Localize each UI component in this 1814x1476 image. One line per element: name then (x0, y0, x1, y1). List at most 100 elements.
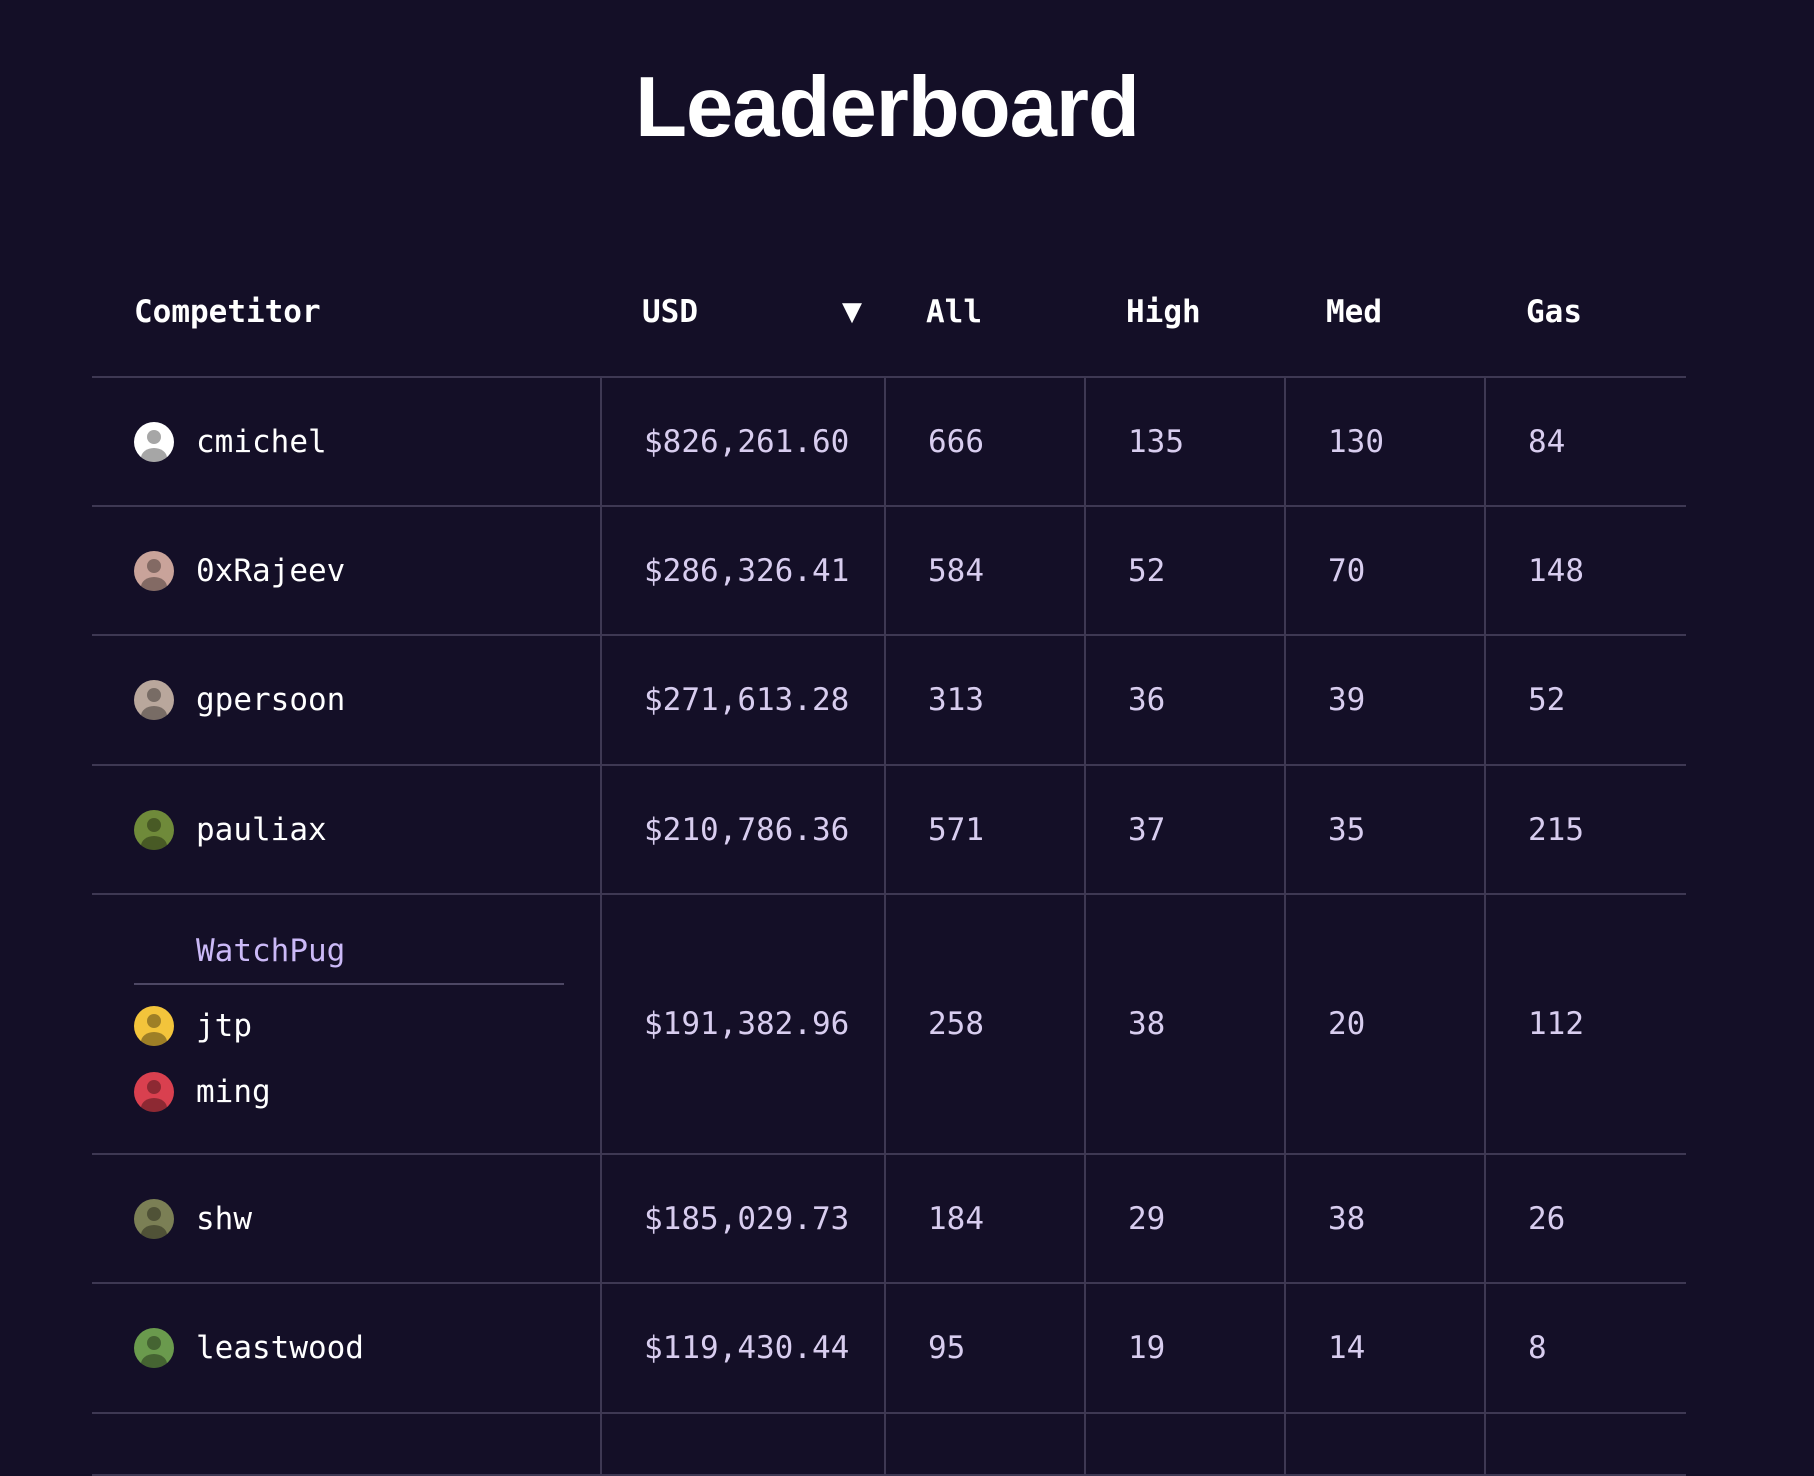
all-cell-value: 313 (928, 682, 984, 718)
table-row[interactable]: cmichel $826,261.60 666 135 130 84 (92, 378, 1686, 507)
high-cell-value: 52 (1128, 552, 1166, 589)
avatar-portrait-icon (134, 680, 174, 720)
med-cell: 20 (1284, 895, 1484, 1153)
med-cell-value: 35 (1328, 811, 1366, 848)
all-cell-value: 666 (928, 423, 984, 460)
gas-cell-value: 112 (1528, 1006, 1584, 1042)
table-row[interactable]: gpersoon $271,613.28 313 36 39 52 (92, 636, 1686, 766)
sort-descending-icon: ▼ (842, 297, 862, 327)
column-header-all[interactable]: All (884, 256, 1084, 376)
usd-cell (600, 1414, 884, 1474)
competitor-cell: gpersoon (92, 636, 600, 764)
high-cell: 135 (1084, 378, 1284, 505)
gas-cell-value: 52 (1528, 682, 1566, 718)
column-header-gas[interactable]: Gas (1484, 256, 1686, 376)
table-row[interactable]: shw $185,029.73 184 29 38 26 (92, 1155, 1686, 1284)
high-cell: 37 (1084, 766, 1284, 893)
column-header-label: High (1126, 294, 1201, 330)
competitor-member[interactable]: ming (134, 1059, 271, 1125)
usd-cell: $271,613.28 (600, 636, 884, 764)
all-cell: 258 (884, 895, 1084, 1153)
competitor-cell: cmichel (92, 378, 600, 505)
column-header-usd[interactable]: USD ▼ (600, 256, 884, 376)
avatar-frog-icon (134, 1328, 174, 1368)
all-cell-value: 258 (928, 1006, 984, 1042)
table-row[interactable]: WatchPug jtp ming $191,382.96 258 38 20 112 (92, 895, 1686, 1155)
column-header-label: Med (1326, 294, 1382, 330)
med-cell-value: 38 (1328, 1200, 1366, 1237)
competitor-name: 0xRajeev (196, 552, 346, 589)
high-cell-value: 135 (1128, 423, 1184, 460)
gas-cell (1484, 1414, 1686, 1474)
competitor-member[interactable]: cmichel (134, 409, 327, 475)
high-cell (1084, 1414, 1284, 1474)
gas-cell-value: 215 (1528, 811, 1584, 848)
gas-cell-value: 148 (1528, 552, 1584, 589)
column-header-label: Gas (1526, 294, 1582, 330)
usd-cell-value: $271,613.28 (644, 682, 850, 718)
all-cell-value: 184 (928, 1200, 984, 1237)
table-row[interactable]: 0xRajeev $286,326.41 584 52 70 148 (92, 507, 1686, 636)
avatar-portrait-icon (134, 421, 174, 462)
all-cell-value: 571 (928, 811, 984, 848)
leaderboard-table: Competitor USD ▼ All High Med Gas cmiche… (92, 256, 1686, 1476)
column-header-med[interactable]: Med (1284, 256, 1484, 376)
table-row[interactable] (92, 1414, 1686, 1476)
gas-cell: 112 (1484, 895, 1686, 1153)
usd-cell-value: $119,430.44 (644, 1330, 850, 1366)
med-cell: 70 (1284, 507, 1484, 634)
team-name-link[interactable]: WatchPug (134, 923, 564, 985)
competitor-member[interactable]: 0xRajeev (134, 538, 345, 604)
gas-cell: 26 (1484, 1155, 1686, 1282)
all-cell: 184 (884, 1155, 1084, 1282)
column-header-high[interactable]: High (1084, 256, 1284, 376)
med-cell (1284, 1414, 1484, 1474)
competitor-member[interactable]: leastwood (134, 1315, 364, 1381)
usd-cell: $210,786.36 (600, 766, 884, 893)
competitor-cell: 0xRajeev (92, 507, 600, 634)
usd-cell: $185,029.73 (600, 1155, 884, 1282)
all-cell: 571 (884, 766, 1084, 893)
high-cell-value: 36 (1128, 682, 1166, 718)
high-cell: 38 (1084, 895, 1284, 1153)
med-cell-value: 70 (1328, 552, 1366, 589)
all-cell: 313 (884, 636, 1084, 764)
high-cell: 36 (1084, 636, 1284, 764)
table-row[interactable]: pauliax $210,786.36 571 37 35 215 (92, 766, 1686, 895)
gas-cell: 148 (1484, 507, 1686, 634)
avatar-flower-icon (134, 809, 174, 850)
competitor-member[interactable]: gpersoon (134, 667, 345, 733)
competitor-cell: WatchPug jtp ming (92, 895, 600, 1153)
usd-cell-value: $286,326.41 (644, 552, 850, 589)
usd-cell: $286,326.41 (600, 507, 884, 634)
avatar-landscape-icon (134, 1198, 174, 1239)
avatar-dog-icon (134, 1006, 174, 1046)
usd-cell-value: $210,786.36 (644, 811, 850, 848)
high-cell: 19 (1084, 1284, 1284, 1412)
column-header-label: Competitor (134, 294, 321, 330)
competitor-cell: shw (92, 1155, 600, 1282)
med-cell: 38 (1284, 1155, 1484, 1282)
all-cell: 584 (884, 507, 1084, 634)
competitor-name: ming (196, 1074, 271, 1110)
competitor-member[interactable]: jtp (134, 993, 252, 1059)
usd-cell-value: $191,382.96 (644, 1006, 850, 1042)
table-row[interactable]: leastwood $119,430.44 95 19 14 8 (92, 1284, 1686, 1414)
competitor-name: cmichel (196, 423, 327, 460)
med-cell-value: 39 (1328, 682, 1366, 718)
competitor-cell: leastwood (92, 1284, 600, 1412)
med-cell: 39 (1284, 636, 1484, 764)
page-title: Leaderboard (635, 60, 1140, 155)
gas-cell: 215 (1484, 766, 1686, 893)
avatar-portrait-icon (134, 550, 174, 591)
competitor-member[interactable]: pauliax (134, 797, 327, 863)
usd-cell: $119,430.44 (600, 1284, 884, 1412)
gas-cell: 84 (1484, 378, 1686, 505)
med-cell: 35 (1284, 766, 1484, 893)
competitor-member[interactable]: shw (134, 1186, 252, 1252)
column-header-competitor[interactable]: Competitor (92, 256, 600, 376)
high-cell-value: 37 (1128, 811, 1166, 848)
gas-cell: 52 (1484, 636, 1686, 764)
competitor-name: pauliax (196, 811, 327, 848)
med-cell: 14 (1284, 1284, 1484, 1412)
